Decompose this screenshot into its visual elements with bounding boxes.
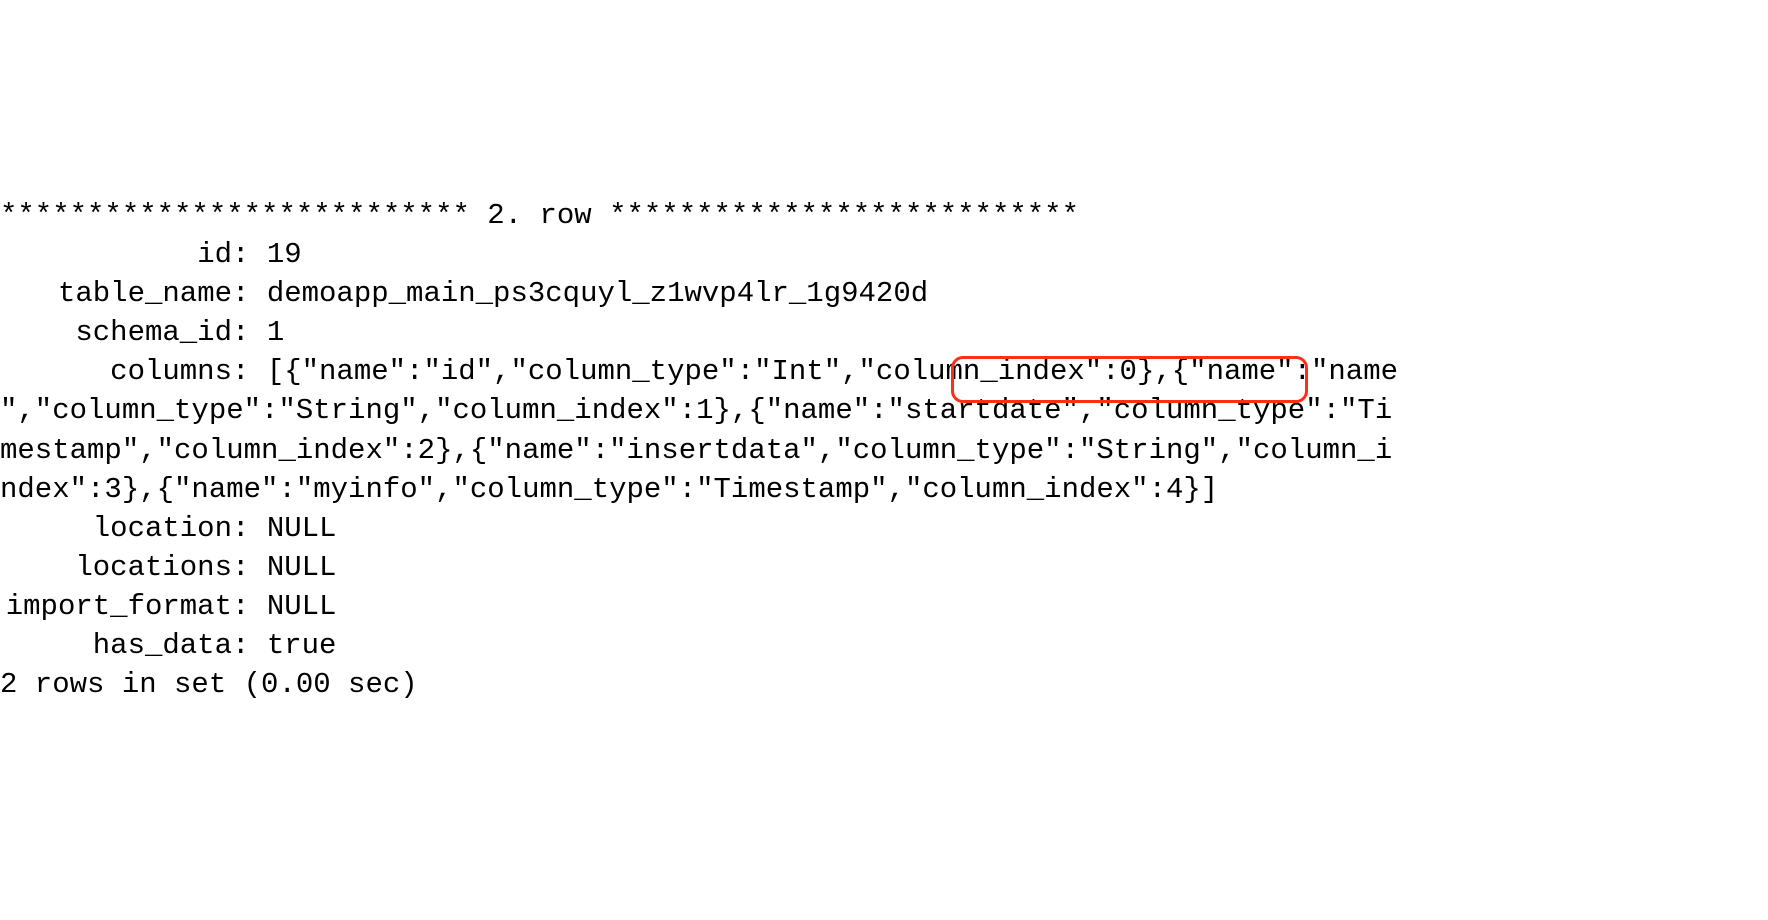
field-columns-l4: ndex":3},{"name":"myinfo","column_type":… [0, 470, 1768, 509]
field-value-schema-id: 1 [267, 316, 284, 349]
field-label-has-data: has_data [0, 626, 232, 665]
field-schema-id: schema_id: 1 [0, 313, 1768, 352]
terminal-output: *************************** 2. row *****… [0, 157, 1768, 725]
field-location: location: NULL [0, 509, 1768, 548]
field-value-import-format: NULL [267, 590, 337, 623]
field-has-data: has_data: true [0, 626, 1768, 665]
field-label-import-format: import_format [0, 587, 232, 626]
field-value-locations: NULL [267, 551, 337, 584]
field-label-table-name: table_name [0, 274, 232, 313]
field-import-format: import_format: NULL [0, 587, 1768, 626]
row-header: *************************** 2. row *****… [0, 196, 1768, 235]
field-id: id: 19 [0, 235, 1768, 274]
field-value-table-name: demoapp_main_ps3cquyl_z1wvp4lr_1g9420d [267, 277, 928, 310]
field-label-schema-id: schema_id [0, 313, 232, 352]
field-columns-l3: mestamp","column_index":2},{"name":"inse… [0, 431, 1768, 470]
field-columns-l1: columns: [{"name":"id","column_type":"In… [0, 352, 1768, 391]
field-label-id: id [0, 235, 232, 274]
footer: 2 rows in set (0.00 sec) [0, 665, 1768, 704]
field-value-columns-l1: [{"name":"id","column_type":"Int","colum… [267, 355, 1398, 388]
field-table-name: table_name: demoapp_main_ps3cquyl_z1wvp4… [0, 274, 1768, 313]
field-label-location: location [0, 509, 232, 548]
field-value-location: NULL [267, 512, 337, 545]
field-label-columns: columns [0, 352, 232, 391]
field-value-has-data: true [267, 629, 337, 662]
field-columns-l2: ","column_type":"String","column_index":… [0, 391, 1768, 430]
field-value-id: 19 [267, 238, 302, 271]
